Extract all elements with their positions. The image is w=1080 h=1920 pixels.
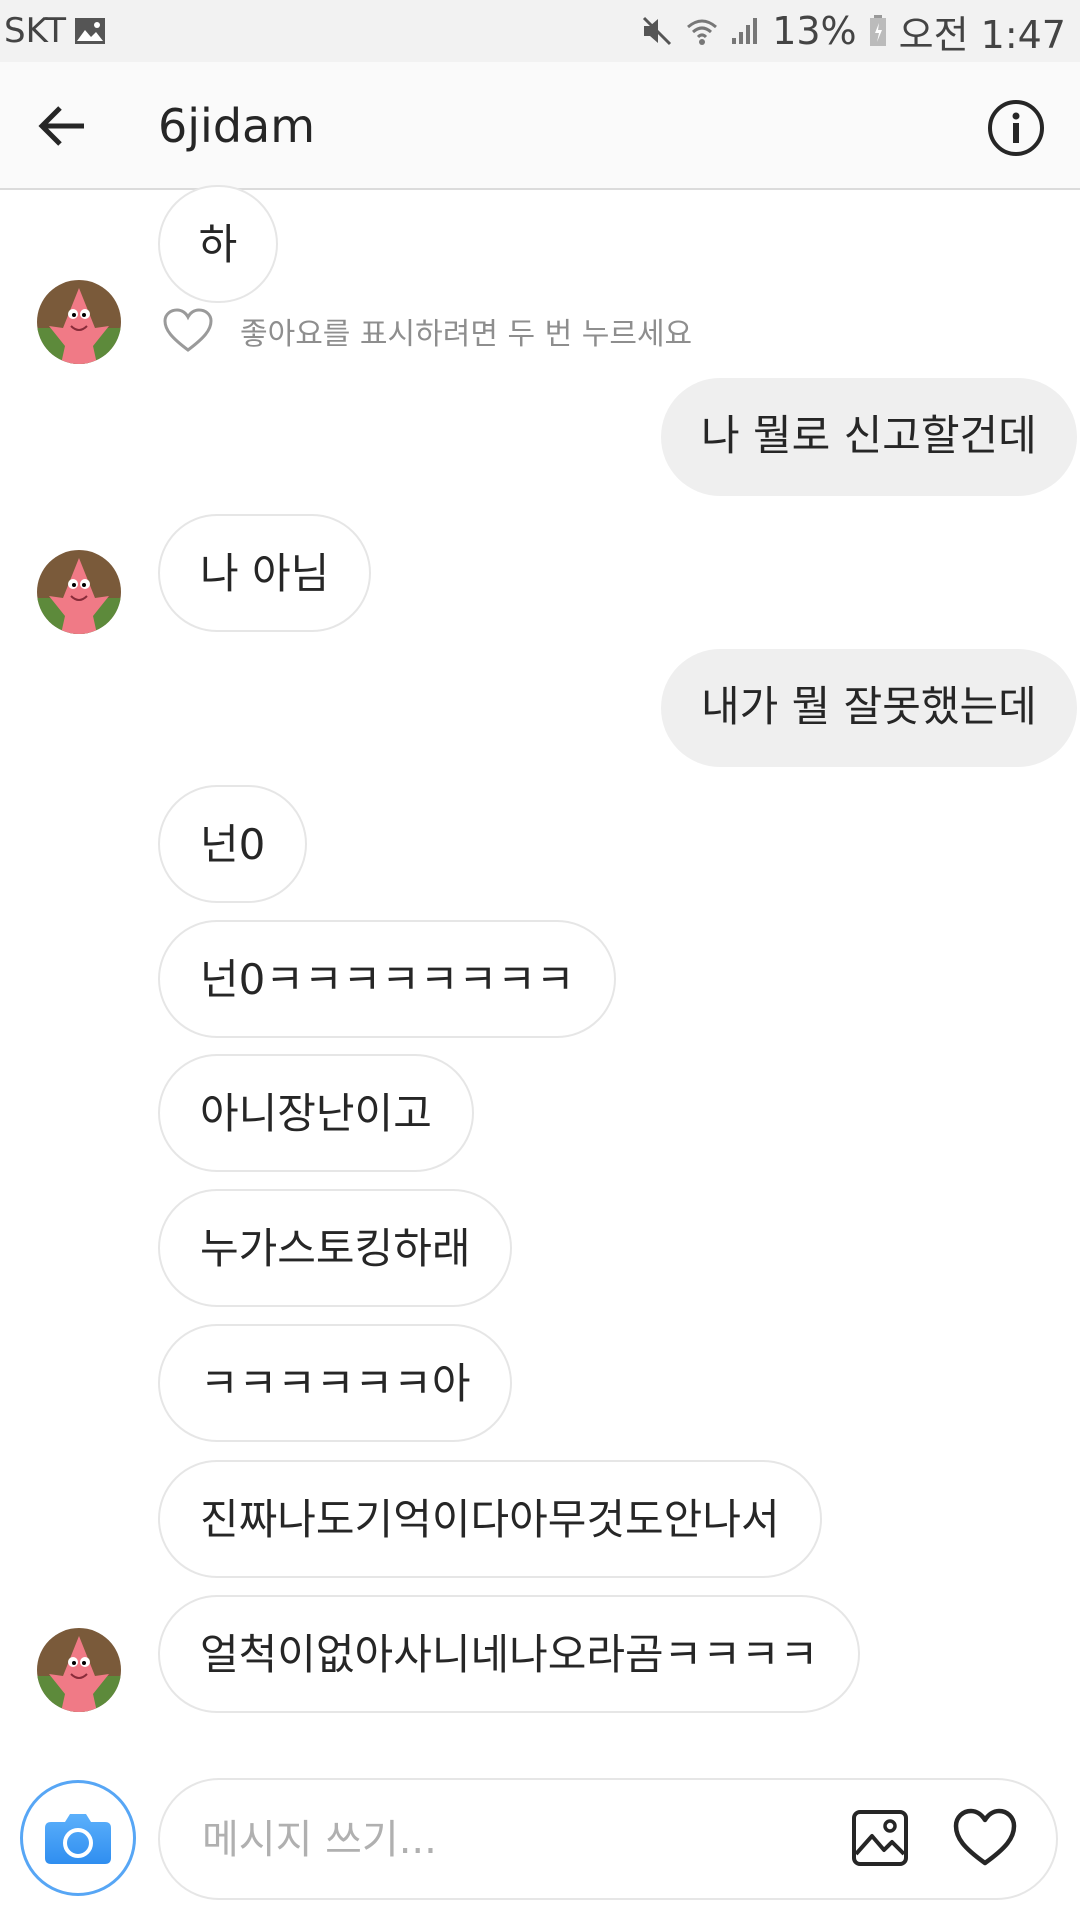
status-bar: SKT 13% 오전 1:47 [0, 0, 1080, 62]
info-button[interactable] [986, 98, 1046, 158]
heart-outline-icon[interactable] [162, 308, 214, 354]
mute-icon [640, 14, 674, 48]
message-input[interactable] [200, 1808, 764, 1872]
avatar[interactable] [37, 280, 121, 364]
message-bubble-outgoing[interactable]: 내가 뭘 잘못했는데 [661, 649, 1077, 767]
like-hint: 좋아요를 표시하려면 두 번 누르세요 [162, 308, 692, 354]
gallery-icon [74, 17, 106, 45]
arrow-left-icon [38, 106, 84, 146]
gallery-button[interactable] [850, 1808, 910, 1868]
message-bubble-incoming[interactable]: 넌0ㅋㅋㅋㅋㅋㅋㅋㅋ [158, 920, 617, 1038]
message-bubble-incoming[interactable]: 진짜나도기억이다아무것도안나서 [158, 1460, 822, 1578]
chat-title[interactable]: 6jidam [158, 98, 315, 154]
avatar[interactable] [37, 1628, 121, 1712]
signal-icon [730, 16, 760, 46]
message-bubble-incoming[interactable]: 넌0 [158, 785, 308, 903]
like-button[interactable] [952, 1808, 1018, 1868]
avatar[interactable] [37, 550, 121, 634]
camera-icon [45, 1814, 111, 1864]
chat-header: 6jidam [0, 62, 1080, 190]
image-icon [852, 1810, 908, 1866]
message-composer [158, 1778, 1058, 1900]
message-bubble-incoming[interactable]: 누가스토킹하래 [158, 1189, 513, 1307]
clock: 오전 1:47 [898, 12, 1066, 57]
message-bubble-incoming[interactable]: 나 아님 [158, 514, 372, 632]
message-bubble-incoming[interactable]: 아니장난이고 [158, 1054, 474, 1172]
wifi-icon [686, 15, 718, 47]
carrier-label: SKT [4, 11, 67, 51]
message-bubble-incoming[interactable]: 얼척이없아사니네나오라곰ㅋㅋㅋㅋ [158, 1595, 861, 1713]
like-hint-text: 좋아요를 표시하려면 두 번 누르세요 [240, 317, 693, 352]
camera-button[interactable] [20, 1780, 136, 1896]
message-bubble-incoming[interactable]: ㅋㅋㅋㅋㅋㅋ아 [158, 1324, 513, 1442]
battery-icon [869, 15, 887, 47]
back-button[interactable] [36, 98, 92, 154]
battery-percent: 13% [772, 9, 857, 53]
heart-icon [953, 1808, 1017, 1866]
message-bubble-outgoing[interactable]: 나 뭘로 신고할건데 [661, 378, 1077, 496]
info-icon [988, 100, 1044, 156]
message-bubble-incoming[interactable]: 하 [158, 185, 278, 303]
